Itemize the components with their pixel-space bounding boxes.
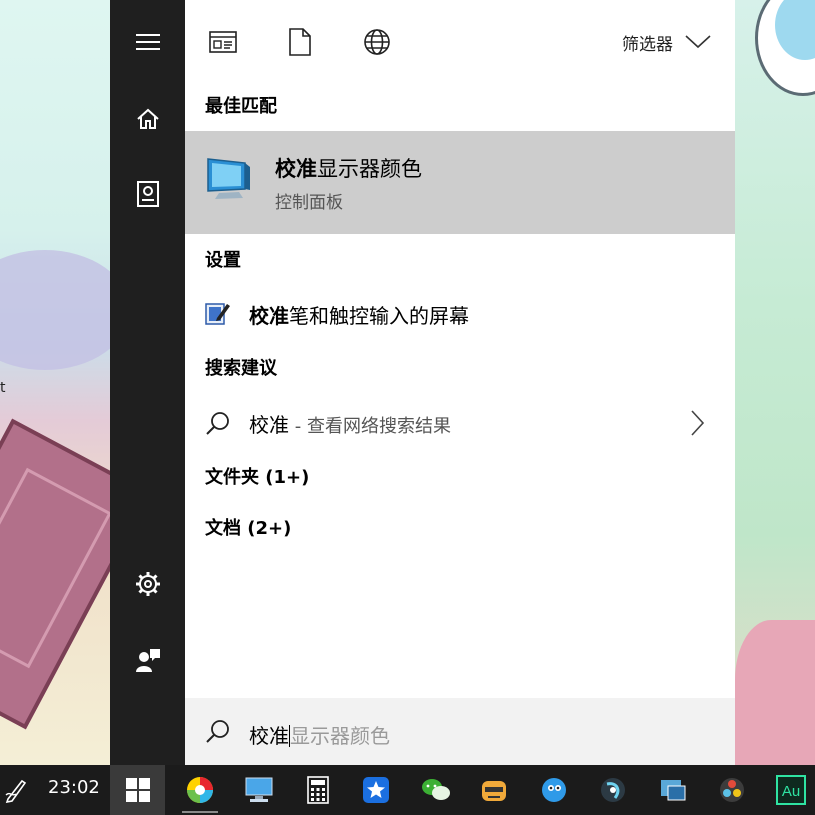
taskbar-app-remote[interactable] xyxy=(647,765,699,815)
filter-label: 筛选器 xyxy=(622,34,673,55)
apps-filter-button[interactable] xyxy=(203,22,243,62)
settings-result-pen-calibration[interactable]: 校准笔和触控输入的屏幕 xyxy=(185,291,735,335)
wallpaper-right xyxy=(735,0,815,770)
settings-result-label: 校准笔和触控输入的屏幕 xyxy=(249,304,469,328)
search-icon xyxy=(206,412,229,435)
taskbar-app-resolve[interactable] xyxy=(706,765,758,815)
remote-app-icon xyxy=(661,780,686,801)
chevron-down-icon xyxy=(685,35,711,49)
best-match-result[interactable]: 校准显示器颜色 控制面板 xyxy=(185,131,735,234)
bird-app-icon xyxy=(542,778,566,802)
taskbar-app-game[interactable] xyxy=(468,765,520,815)
computer-app-icon xyxy=(245,777,273,802)
filter-dropdown[interactable]: 筛选器 xyxy=(622,22,711,62)
gear-icon xyxy=(135,572,160,596)
best-match-subtitle: 控制面板 xyxy=(275,193,343,213)
filter-bar: 筛选器 xyxy=(185,0,735,80)
notebook-icon xyxy=(136,181,159,207)
monitor-icon xyxy=(207,158,250,199)
search-input[interactable]: 校准显示器颜色 xyxy=(249,720,390,749)
search-suggestions-heading: 搜索建议 xyxy=(205,358,277,379)
web-filter-button[interactable] xyxy=(357,22,397,62)
notebook-button[interactable] xyxy=(110,170,185,218)
wallpaper-left: t xyxy=(0,0,152,765)
taskbar-app-star[interactable] xyxy=(350,765,402,815)
taskbar-app-bird[interactable] xyxy=(528,765,580,815)
web-suggestion-result[interactable]: 校准 - 查看网络搜索结果 xyxy=(185,400,735,444)
hamburger-icon xyxy=(135,34,160,50)
document-icon xyxy=(289,28,311,56)
start-button[interactable] xyxy=(110,765,165,815)
menu-button[interactable] xyxy=(110,18,185,66)
wallpaper-text: t xyxy=(0,380,6,396)
chevron-right-icon xyxy=(691,410,705,436)
audition-label: Au xyxy=(782,783,800,800)
calculator-app-icon xyxy=(307,776,329,804)
settings-heading: 设置 xyxy=(205,250,241,271)
search-autocomplete-hint: 显示器颜色 xyxy=(290,724,390,748)
taskbar: 23:02 Au xyxy=(0,765,815,815)
media-app-icon xyxy=(601,778,625,802)
star-app-icon xyxy=(363,777,389,803)
search-box[interactable]: 校准显示器颜色 xyxy=(185,698,735,765)
start-menu-rail xyxy=(110,0,185,765)
taskbar-app-wechat[interactable] xyxy=(410,765,462,815)
best-match-title: 校准显示器颜色 xyxy=(275,157,422,181)
best-match-heading: 最佳匹配 xyxy=(205,96,277,117)
taskbar-clock[interactable]: 23:02 xyxy=(48,777,100,798)
wechat-app-icon xyxy=(422,779,450,800)
home-button[interactable] xyxy=(110,95,185,143)
game-app-icon xyxy=(482,781,506,801)
pen-workspace-icon[interactable] xyxy=(4,777,28,803)
documents-category[interactable]: 文档 (2+) xyxy=(205,514,291,540)
pen-tablet-icon xyxy=(205,303,230,325)
taskbar-app-calculator[interactable] xyxy=(292,765,344,815)
feedback-button[interactable] xyxy=(110,636,185,684)
globe-icon xyxy=(364,29,390,55)
feedback-icon xyxy=(135,649,160,672)
apps-filter-icon xyxy=(209,31,237,53)
search-results-panel: 筛选器 最佳匹配 校准显示器颜色 控制面板 设置 校准笔和触控输入的屏幕 搜索建… xyxy=(185,0,735,765)
folders-category[interactable]: 文件夹 (1+) xyxy=(205,463,309,489)
home-icon xyxy=(136,108,159,129)
taskbar-app-computer[interactable] xyxy=(233,765,285,815)
settings-button[interactable] xyxy=(110,560,185,608)
audition-app-icon: Au xyxy=(776,775,806,805)
documents-filter-button[interactable] xyxy=(280,22,320,62)
resolve-app-icon xyxy=(720,778,744,802)
windows-logo-icon xyxy=(125,778,150,802)
taskbar-app-media[interactable] xyxy=(587,765,639,815)
color-app-icon xyxy=(187,777,213,803)
search-icon xyxy=(206,720,229,743)
taskbar-app-color[interactable] xyxy=(174,765,226,815)
suggestion-label: 校准 - 查看网络搜索结果 xyxy=(249,413,451,437)
taskbar-app-audition[interactable]: Au xyxy=(765,765,815,815)
search-typed-text: 校准 xyxy=(249,724,289,748)
